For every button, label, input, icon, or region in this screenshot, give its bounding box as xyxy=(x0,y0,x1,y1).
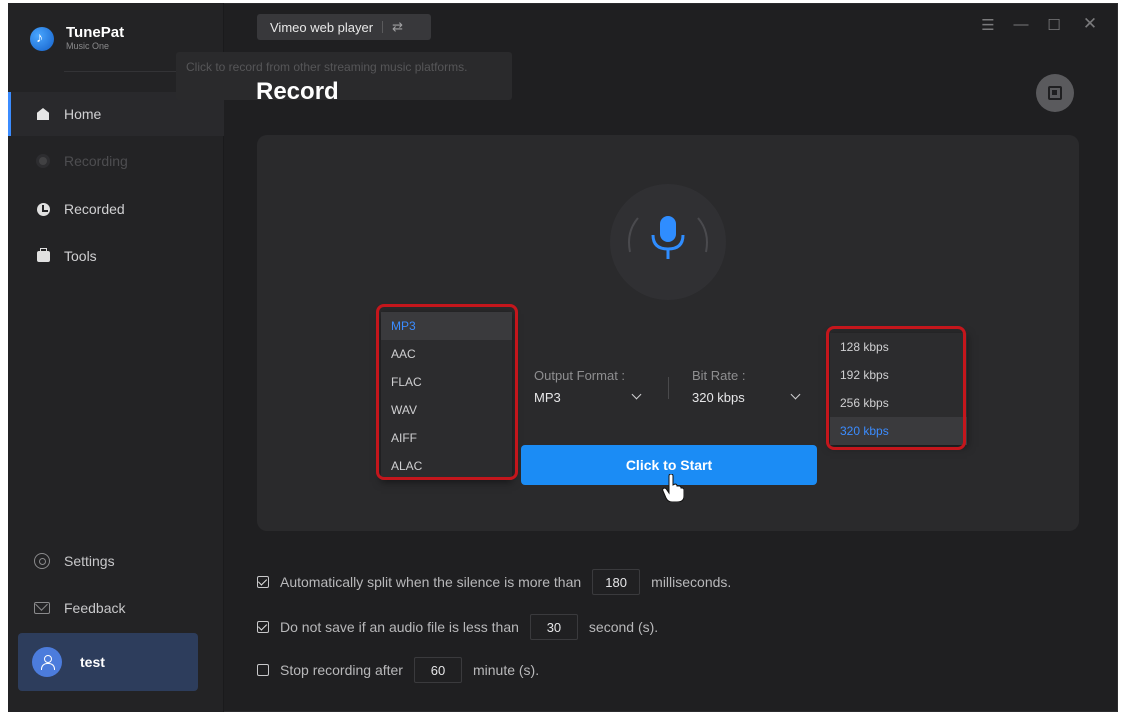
library-button[interactable] xyxy=(1036,74,1074,112)
sidebar-item-label: Recording xyxy=(64,153,128,169)
home-icon xyxy=(36,107,50,121)
option-unit: minute (s). xyxy=(472,662,540,678)
stop-after-input[interactable] xyxy=(413,657,462,683)
microphone-icon xyxy=(628,216,708,259)
sidebar-item-label: Recorded xyxy=(64,201,125,217)
user-icon xyxy=(41,655,55,670)
close-icon[interactable]: ✕ xyxy=(1082,14,1098,34)
option-row-min-length: Do not save if an audio file is less tha… xyxy=(257,614,658,640)
tunepat-logo-icon xyxy=(30,26,54,51)
output-format-value[interactable]: MP3 xyxy=(534,390,561,405)
brand: TunePat Music One xyxy=(30,25,124,52)
toolbox-icon xyxy=(36,247,50,263)
music-library-icon xyxy=(1048,86,1062,100)
option-text: Automatically split when the silence is … xyxy=(280,574,582,590)
page-title: Record xyxy=(256,78,339,105)
split-checkbox[interactable] xyxy=(257,576,269,588)
source-label: Vimeo web player xyxy=(270,19,374,35)
swap-icon: ⇄ xyxy=(392,19,403,34)
record-icon xyxy=(36,154,50,168)
source-divider xyxy=(382,21,384,33)
maximize-icon[interactable]: ☐ xyxy=(1046,16,1062,34)
option-unit: milliseconds. xyxy=(651,574,732,590)
option-row-stop-after: Stop recording after minute (s). xyxy=(257,657,539,683)
feedback-label: Feedback xyxy=(64,600,126,616)
min-length-checkbox[interactable] xyxy=(257,621,269,633)
option-row-split: Automatically split when the silence is … xyxy=(257,569,731,595)
stop-after-checkbox[interactable] xyxy=(257,664,269,676)
split-silence-input[interactable] xyxy=(592,569,641,595)
avatar xyxy=(32,647,62,677)
menu-icon[interactable]: ☰ xyxy=(980,16,996,34)
highlight-box-format xyxy=(376,304,518,480)
feedback-button[interactable]: Feedback xyxy=(8,588,224,628)
sidebar-item-tools[interactable]: Tools xyxy=(8,234,224,278)
option-text: Do not save if an audio file is less tha… xyxy=(280,619,519,635)
pointer-hand-icon xyxy=(662,474,684,502)
settings-label: Settings xyxy=(64,553,115,569)
output-format-label: Output Format : xyxy=(534,368,626,383)
sidebar-item-recorded[interactable]: Recorded xyxy=(8,187,224,231)
bit-rate-label: Bit Rate : xyxy=(692,368,746,383)
highlight-box-bitrate xyxy=(826,326,966,450)
sidebar-item-label: Tools xyxy=(64,248,97,264)
option-unit: second (s). xyxy=(588,619,659,635)
gear-icon xyxy=(34,553,50,569)
settings-button[interactable]: Settings xyxy=(8,541,224,581)
option-text: Stop recording after xyxy=(280,662,403,678)
source-switch-button[interactable]: Vimeo web player ⇄ xyxy=(257,14,431,40)
minimize-icon[interactable]: — xyxy=(1013,16,1029,33)
sidebar-item-label: Home xyxy=(64,106,102,122)
sidebar: TunePat Music One Home Recording Recorde… xyxy=(8,3,224,712)
user-name: test xyxy=(80,654,105,670)
source-tooltip: Click to record from other streaming mus… xyxy=(176,52,512,100)
brand-subtitle: Music One xyxy=(66,41,110,51)
min-length-input[interactable] xyxy=(529,614,578,640)
bit-rate-value[interactable]: 320 kbps xyxy=(692,390,745,405)
mail-icon xyxy=(34,602,50,614)
clock-icon xyxy=(36,202,50,216)
sidebar-item-recording: Recording xyxy=(8,139,224,183)
field-divider xyxy=(668,377,669,399)
user-card[interactable]: test xyxy=(18,633,198,691)
brand-name: TunePat xyxy=(66,24,125,41)
